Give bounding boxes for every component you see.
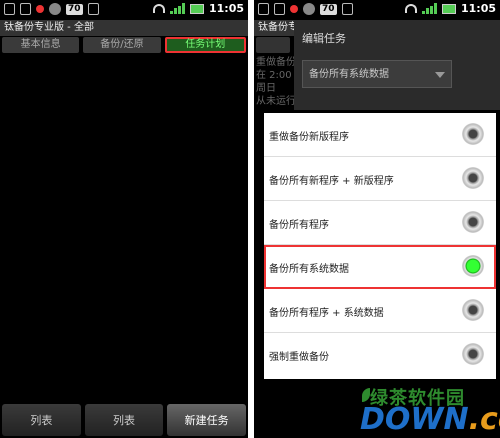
status-bar: 70 11:05 (254, 0, 500, 20)
option-item[interactable]: 强制重做备份 (264, 333, 496, 377)
badge-70: 70 (320, 3, 337, 15)
shield-icon (87, 3, 99, 15)
dropdown-arrow-icon (435, 72, 445, 78)
left-phone-screen: 70 11:05 钛备份专业版 - 全部 基本信息 备份/还原 任务计划 列表 … (0, 0, 248, 438)
radio-icon[interactable] (462, 167, 484, 189)
radio-checked-icon[interactable] (462, 255, 484, 277)
signal-icon (169, 3, 185, 14)
watermark-en-main: DOWN (360, 402, 469, 437)
sd-card-icon (20, 3, 31, 15)
ghost-tab (256, 37, 290, 53)
status-bar: 70 11:05 (0, 0, 248, 20)
radio-icon[interactable] (462, 123, 484, 145)
ghost-line: 在 2:00 (256, 70, 292, 81)
option-item[interactable]: 备份所有程序 + 系统数据 (264, 289, 496, 333)
record-icon (290, 5, 298, 13)
notification-icons: 70 (4, 3, 99, 15)
app-icon (303, 3, 315, 15)
usb-icon (258, 3, 269, 15)
tab-basic-info[interactable]: 基本信息 (2, 37, 80, 53)
task-type-spinner[interactable]: 备份所有系统数据 (302, 60, 452, 88)
battery-icon (189, 3, 204, 14)
option-label: 备份所有程序 (269, 220, 329, 231)
battery-icon (441, 3, 456, 14)
spinner-value: 备份所有系统数据 (309, 69, 389, 80)
shield-icon (341, 3, 353, 15)
watermark-en: DOWN.cc (360, 402, 500, 437)
clock: 11:05 (460, 2, 496, 15)
app-title: 钛备份专业版 - 全部 (0, 20, 248, 36)
option-item-selected[interactable]: 备份所有系统数据 (264, 245, 496, 289)
new-task-button[interactable]: 新建任务 (167, 404, 247, 436)
tab-scheduled-tasks[interactable]: 任务计划 (164, 37, 246, 53)
clock: 11:05 (208, 2, 244, 15)
option-label: 备份所有新程序 + 新版程序 (269, 176, 394, 187)
dialog-title: 编辑任务 (302, 32, 346, 45)
list-button-1[interactable]: 列表 (2, 404, 81, 436)
ghost-line: 从未运行 (256, 96, 296, 107)
wifi-icon (404, 4, 417, 13)
notification-icons: 70 (258, 3, 353, 15)
bottom-button-bar: 列表 列表 新建任务 (0, 402, 248, 438)
radio-icon[interactable] (462, 211, 484, 233)
radio-icon[interactable] (462, 343, 484, 365)
background-task-info: 重做备份 在 2:00 周日 从未运行 (256, 56, 296, 108)
tab-backup-restore[interactable]: 备份/还原 (83, 37, 161, 53)
signal-icon (421, 3, 437, 14)
leaf-icon (362, 388, 370, 402)
ghost-line: 重做备份 (256, 57, 296, 68)
list-button-2[interactable]: 列表 (84, 404, 164, 436)
badge-70: 70 (66, 3, 83, 15)
usb-icon (4, 3, 15, 15)
wifi-icon (152, 4, 165, 13)
sd-card-icon (274, 3, 285, 15)
option-label: 备份所有系统数据 (269, 264, 349, 275)
option-label: 备份所有程序 + 系统数据 (269, 308, 384, 319)
record-icon (36, 5, 44, 13)
site-watermark-logo: 绿茶软件园 DOWN.cc (360, 384, 500, 438)
option-item[interactable]: 备份所有程序 (264, 201, 496, 245)
radio-icon[interactable] (462, 299, 484, 321)
tab-bar: 基本信息 备份/还原 任务计划 (0, 37, 248, 55)
option-label: 强制重做备份 (269, 352, 329, 363)
task-type-options-list: 重做备份新版程序 备份所有新程序 + 新版程序 备份所有程序 备份所有系统数据 … (264, 113, 496, 379)
option-item[interactable]: 重做备份新版程序 (264, 113, 496, 157)
watermark-en-suffix: .cc (468, 402, 500, 437)
ghost-line: 周日 (256, 83, 276, 94)
app-icon (49, 3, 61, 15)
option-label: 重做备份新版程序 (269, 132, 349, 143)
option-item[interactable]: 备份所有新程序 + 新版程序 (264, 157, 496, 201)
